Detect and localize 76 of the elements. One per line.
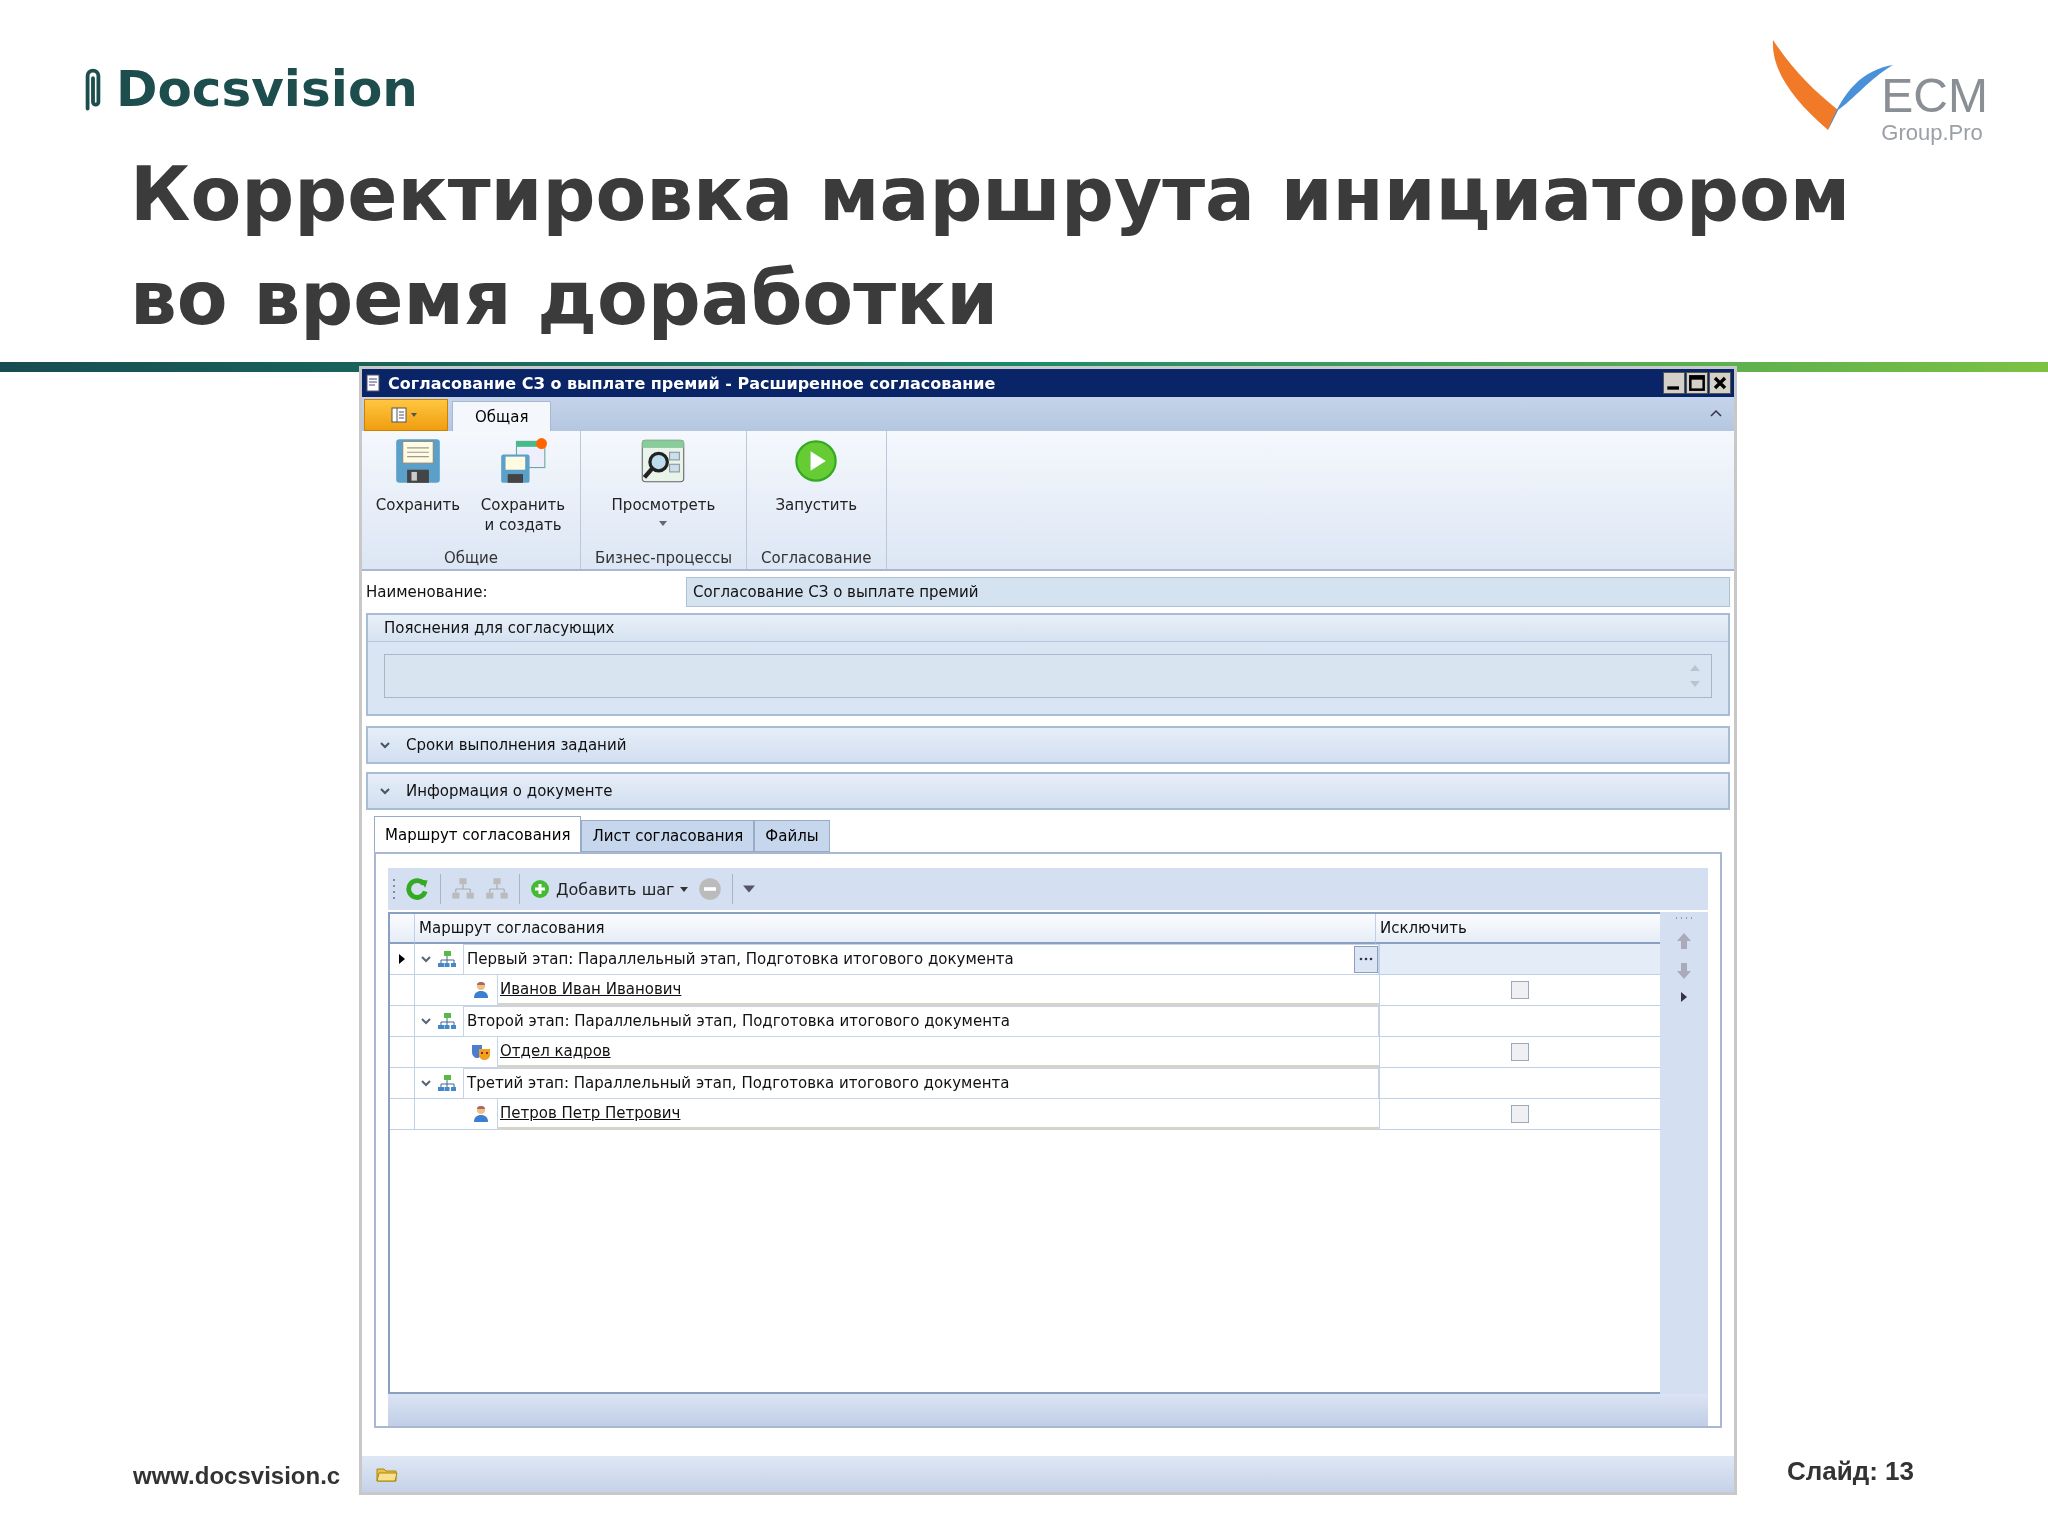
dropdown-arrow-icon[interactable] bbox=[743, 885, 756, 893]
column-header: Маршрут согласования bbox=[415, 914, 1375, 944]
remove-icon[interactable] bbox=[698, 877, 723, 901]
exclude-checkbox[interactable] bbox=[1511, 1105, 1529, 1123]
footer-url: www.docsvision.c bbox=[133, 1462, 341, 1490]
row-header-cell[interactable] bbox=[390, 1006, 415, 1037]
slide-number: Слайд: 13 bbox=[1787, 1456, 1915, 1487]
row-header-cell[interactable] bbox=[390, 944, 415, 975]
person-icon bbox=[471, 1105, 491, 1123]
chevron-icon[interactable] bbox=[421, 1017, 431, 1025]
folder-icon[interactable] bbox=[376, 1466, 398, 1482]
ribbon-group-label: Общие bbox=[442, 549, 500, 567]
slide-title: Корректировка маршрута инициатором bbox=[130, 150, 1852, 239]
masks-icon bbox=[471, 1043, 491, 1061]
exclude-checkbox[interactable] bbox=[1511, 981, 1529, 999]
ribbon-group-label: Согласование bbox=[760, 549, 873, 567]
remove-stage-icon[interactable] bbox=[485, 877, 509, 901]
application-menu-button[interactable] bbox=[364, 399, 448, 431]
hierarchy-icon bbox=[437, 950, 457, 968]
more-button[interactable] bbox=[1354, 945, 1378, 973]
notes-field[interactable] bbox=[384, 654, 1712, 698]
floppy-disk-with-window-icon bbox=[499, 437, 547, 485]
panel-title: Пояснения для согласующих bbox=[368, 615, 1728, 642]
caret-icon bbox=[680, 886, 689, 892]
horizontal-scrollbar[interactable] bbox=[388, 1394, 1708, 1426]
ribbon-group-label: Бизнес-процессы bbox=[594, 549, 733, 567]
current-row-icon bbox=[399, 954, 405, 964]
ribbon-button[interactable]: Запустить bbox=[766, 435, 867, 535]
minimize-icon[interactable] bbox=[1664, 373, 1684, 393]
window-title: Согласование СЗ о выплате премий - Расширенное согласование bbox=[388, 373, 997, 393]
row-header-cell[interactable] bbox=[390, 1099, 415, 1130]
move-down-icon[interactable] bbox=[1676, 962, 1692, 980]
row-header-cell bbox=[390, 914, 415, 944]
collapsible-section[interactable]: Сроки выполнения заданий bbox=[366, 726, 1730, 764]
tab[interactable]: Маршрут согласования bbox=[374, 816, 582, 852]
row-header-cell[interactable] bbox=[390, 1037, 415, 1068]
column-header: Исключить bbox=[1375, 914, 1660, 944]
add-step-button[interactable]: Добавить шаг bbox=[530, 879, 689, 899]
tab[interactable]: Лист согласования bbox=[581, 820, 755, 852]
ellipsis-icon bbox=[1359, 957, 1373, 961]
row-header-cell[interactable] bbox=[390, 975, 415, 1006]
collapsible-section[interactable]: Информация о документе bbox=[366, 772, 1730, 810]
stage-cell[interactable]: Второй этап: Параллельный этап, Подготовка итогового документа bbox=[463, 1005, 1379, 1037]
chevron-icon[interactable] bbox=[421, 955, 431, 963]
expand-arrow-icon[interactable] bbox=[1681, 992, 1687, 1002]
maximize-icon[interactable] bbox=[1687, 373, 1707, 393]
stage-cell[interactable]: Третий этап: Параллельный этап, Подготовка итогового документа bbox=[463, 1067, 1379, 1099]
approver-link[interactable]: Петров Петр Петрович bbox=[497, 1098, 1379, 1130]
add-stage-icon[interactable] bbox=[451, 877, 475, 901]
stage-cell[interactable]: Первый этап: Параллельный этап, Подготовка итогового документа bbox=[463, 943, 1379, 975]
approver-link[interactable]: Иванов Иван Иванович bbox=[497, 974, 1379, 1006]
partner-logo-subtitle: Group.Pro bbox=[1881, 120, 1984, 146]
brand-logo-text: Docsvision bbox=[116, 60, 418, 118]
partner-logo-text: ECM bbox=[1881, 72, 1988, 120]
chevron-icon[interactable] bbox=[421, 1079, 431, 1087]
collapse-ribbon-icon[interactable] bbox=[1710, 409, 1722, 417]
person-icon bbox=[471, 981, 491, 999]
field-label: Наименование: bbox=[366, 583, 489, 601]
name-field[interactable]: Согласование СЗ о выплате премий bbox=[686, 577, 1730, 607]
exclude-checkbox[interactable] bbox=[1511, 1043, 1529, 1061]
hierarchy-icon bbox=[437, 1074, 457, 1092]
hierarchy-icon bbox=[437, 1012, 457, 1030]
slide-title: во время доработки bbox=[130, 254, 1000, 343]
document-icon bbox=[366, 374, 382, 392]
approver-link[interactable]: Отдел кадров bbox=[497, 1036, 1379, 1068]
ribbon-tab[interactable]: Общая bbox=[452, 401, 552, 431]
ribbon-button[interactable]: Сохранить и создать bbox=[472, 435, 574, 535]
move-up-icon[interactable] bbox=[1676, 932, 1692, 950]
plus-icon bbox=[530, 879, 550, 899]
close-icon[interactable] bbox=[1710, 373, 1730, 393]
refresh-icon[interactable] bbox=[406, 877, 430, 901]
tab[interactable]: Файлы bbox=[754, 820, 830, 852]
ribbon-button[interactable]: Сохранить bbox=[368, 435, 468, 535]
grip-icon[interactable] bbox=[392, 877, 396, 901]
row-header-cell[interactable] bbox=[390, 1068, 415, 1099]
ribbon-button[interactable]: Просмотреть bbox=[605, 435, 722, 535]
